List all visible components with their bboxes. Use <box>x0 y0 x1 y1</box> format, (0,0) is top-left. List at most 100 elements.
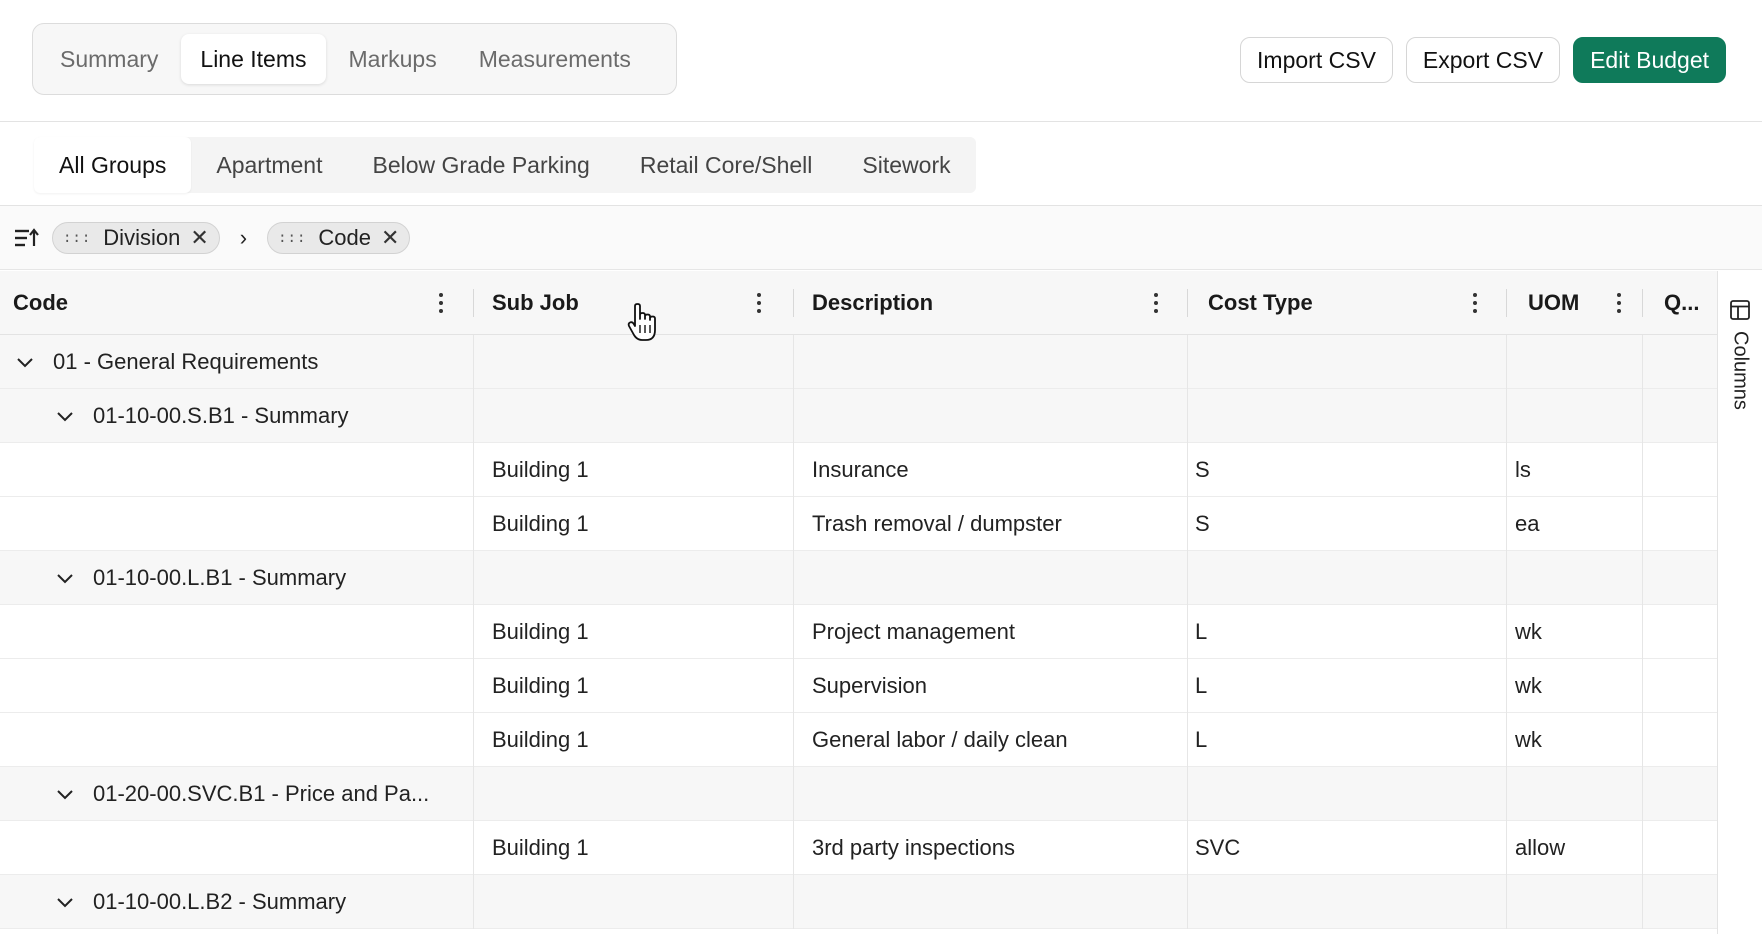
column-menu-icon[interactable] <box>1149 291 1163 315</box>
cost-type-cell[interactable]: L <box>1195 605 1495 659</box>
cost-type-cell[interactable]: L <box>1195 713 1495 767</box>
column-header-description[interactable]: Description <box>799 271 1185 335</box>
cell-divider <box>1642 875 1643 929</box>
group-chip-division[interactable]: ::: Division ✕ <box>52 221 220 254</box>
cell-divider <box>473 767 474 821</box>
row-grouping-bar: ::: Division ✕ › ::: Code ✕ <box>0 206 1762 270</box>
table-row[interactable]: Building 1 3rd party inspections SVC allow <box>0 821 1717 875</box>
description-cell[interactable]: Project management <box>812 605 1182 659</box>
remove-chip-icon[interactable]: ✕ <box>190 225 208 251</box>
description-cell[interactable]: Supervision <box>812 659 1182 713</box>
drag-handle-icon[interactable]: ::: <box>278 230 306 246</box>
uom-cell[interactable]: wk <box>1515 659 1635 713</box>
group-chip-code[interactable]: ::: Code ✕ <box>267 221 411 254</box>
cell-divider <box>1506 875 1507 929</box>
column-header-uom[interactable]: UOM <box>1515 271 1645 335</box>
group-tab-below-grade-parking[interactable]: Below Grade Parking <box>347 137 614 193</box>
group-row-code: 01-20-00.SVC.B1 - Price and Pa... <box>55 767 470 821</box>
cost-type-cell[interactable]: L <box>1195 659 1495 713</box>
export-csv-button[interactable]: Export CSV <box>1405 37 1561 83</box>
tab-line-items[interactable]: Line Items <box>181 34 326 84</box>
uom-cell[interactable]: ls <box>1515 443 1635 497</box>
table-row[interactable]: Building 1 General labor / daily clean Lwk <box>0 713 1717 767</box>
description-cell[interactable]: 3rd party inspections <box>812 821 1182 875</box>
remove-chip-icon[interactable]: ✕ <box>381 225 399 251</box>
cell-divider <box>793 875 794 929</box>
top-bar: Summary Line Items Markups Measurements … <box>0 0 1762 122</box>
cell-divider <box>1642 659 1643 713</box>
group-row[interactable]: 01 - General Requirements <box>0 335 1717 389</box>
sub-job-cell[interactable]: Building 1 <box>492 659 782 713</box>
sub-job-cell[interactable]: Building 1 <box>492 605 782 659</box>
column-header-cost-type[interactable]: Cost Type <box>1195 271 1505 335</box>
sub-job-cell[interactable]: Building 1 <box>492 443 782 497</box>
cost-type-cell[interactable]: S <box>1195 443 1495 497</box>
cost-type-cell[interactable]: SVC <box>1195 821 1495 875</box>
cell-divider <box>793 335 794 389</box>
cost-type-cell[interactable]: S <box>1195 497 1495 551</box>
column-menu-icon[interactable] <box>752 291 766 315</box>
column-divider[interactable] <box>1187 289 1188 317</box>
cell-divider <box>1187 551 1188 605</box>
cell-divider <box>1642 605 1643 659</box>
group-tab-all-groups[interactable]: All Groups <box>34 137 192 193</box>
column-header-label: Cost Type <box>1208 290 1313 315</box>
chevron-down-icon[interactable] <box>55 406 75 426</box>
column-header-code[interactable]: Code <box>0 271 473 335</box>
column-header-quantity[interactable]: Q... <box>1651 271 1717 335</box>
column-divider[interactable] <box>473 289 474 317</box>
table-row[interactable]: Building 1 Project management Lwk <box>0 605 1717 659</box>
column-divider[interactable] <box>793 289 794 317</box>
group-row-code: 01-10-00.L.B2 - Summary <box>55 875 470 929</box>
chevron-down-icon[interactable] <box>55 892 75 912</box>
chevron-down-icon[interactable] <box>15 352 35 372</box>
group-tab-apartment[interactable]: Apartment <box>191 137 347 193</box>
cell-divider <box>793 821 794 875</box>
cell-divider <box>473 659 474 713</box>
column-divider[interactable] <box>1506 289 1507 317</box>
drag-handle-icon[interactable]: ::: <box>63 230 91 246</box>
tab-summary[interactable]: Summary <box>41 34 177 84</box>
column-header-label: UOM <box>1528 290 1580 315</box>
edit-budget-button[interactable]: Edit Budget <box>1573 37 1726 83</box>
group-row[interactable]: 01-10-00.L.B1 - Summary <box>0 551 1717 605</box>
uom-cell[interactable]: ea <box>1515 497 1635 551</box>
cell-divider <box>793 497 794 551</box>
uom-cell[interactable]: wk <box>1515 713 1635 767</box>
cell-divider <box>1506 767 1507 821</box>
table-row[interactable]: Building 1 Insurance Sls <box>0 443 1717 497</box>
table-row[interactable]: Building 1 Supervision Lwk <box>0 659 1717 713</box>
sub-job-cell[interactable]: Building 1 <box>492 713 782 767</box>
table-row[interactable]: Building 1 Trash removal / dumpster Sea <box>0 497 1717 551</box>
tab-markups[interactable]: Markups <box>330 34 456 84</box>
sub-job-cell[interactable]: Building 1 <box>492 821 782 875</box>
uom-cell[interactable]: allow <box>1515 821 1635 875</box>
group-row[interactable]: 01-10-00.S.B1 - Summary <box>0 389 1717 443</box>
description-cell[interactable]: General labor / daily clean <box>812 713 1182 767</box>
cell-divider <box>1187 713 1188 767</box>
side-panel: Columns <box>1717 271 1762 934</box>
sub-job-cell[interactable]: Building 1 <box>492 497 782 551</box>
column-menu-icon[interactable] <box>434 291 448 315</box>
cell-divider <box>1187 335 1188 389</box>
import-csv-button[interactable]: Import CSV <box>1240 37 1393 83</box>
chevron-down-icon[interactable] <box>55 784 75 804</box>
tab-measurements[interactable]: Measurements <box>460 34 650 84</box>
cell-divider <box>473 443 474 497</box>
column-divider[interactable] <box>1642 289 1643 317</box>
group-row[interactable]: 01-10-00.L.B2 - Summary <box>0 875 1717 929</box>
group-row-label: 01-10-00.L.B1 - Summary <box>93 565 347 590</box>
group-row[interactable]: 01-20-00.SVC.B1 - Price and Pa... <box>0 767 1717 821</box>
cell-divider <box>1506 389 1507 443</box>
description-cell[interactable]: Insurance <box>812 443 1182 497</box>
uom-cell[interactable]: wk <box>1515 605 1635 659</box>
group-tab-retail-core-shell[interactable]: Retail Core/Shell <box>615 137 838 193</box>
chevron-down-icon[interactable] <box>55 568 75 588</box>
description-cell[interactable]: Trash removal / dumpster <box>812 497 1182 551</box>
cell-divider <box>1506 713 1507 767</box>
column-menu-icon[interactable] <box>1468 291 1482 315</box>
top-actions: Import CSV Export CSV Edit Budget <box>1240 37 1726 83</box>
column-menu-icon[interactable] <box>1612 291 1626 315</box>
group-tab-sitework[interactable]: Sitework <box>837 137 975 193</box>
columns-panel-tab[interactable]: Columns <box>1724 299 1756 410</box>
